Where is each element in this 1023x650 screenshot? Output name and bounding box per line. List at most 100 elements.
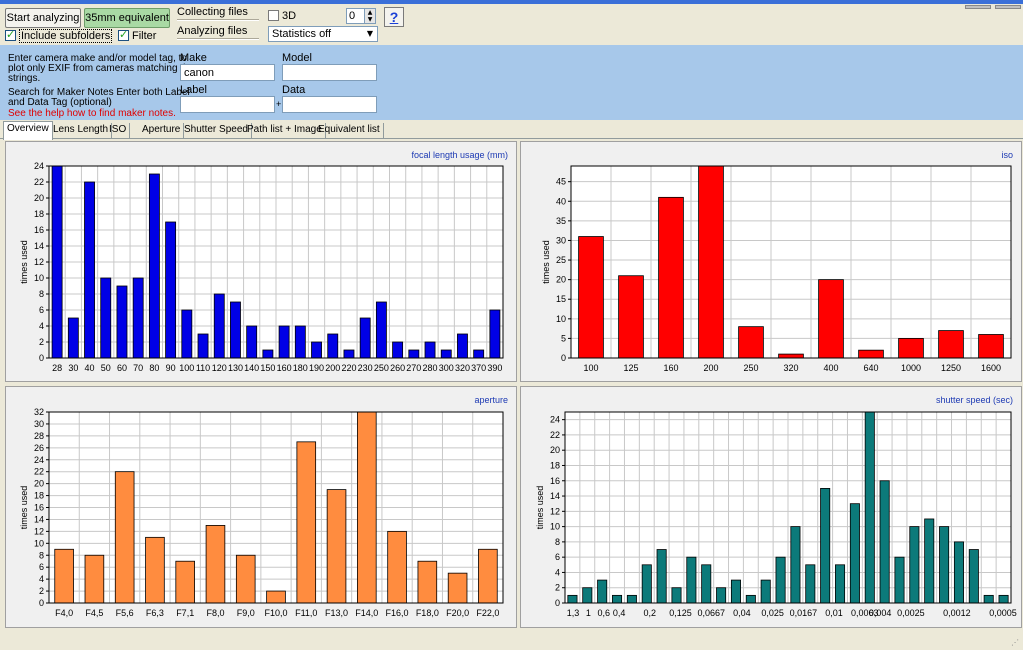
spin-down-icon[interactable]: ▼ xyxy=(368,16,373,23)
y-tick-label: 35 xyxy=(556,216,566,226)
y-tick-label: 24 xyxy=(34,161,44,171)
bar xyxy=(818,279,844,359)
y-tick-label: 22 xyxy=(34,467,44,477)
make-input[interactable]: canon xyxy=(180,64,275,81)
model-label: Model xyxy=(282,52,312,64)
x-tick-label: 280 xyxy=(423,363,438,373)
x-tick-label: 230 xyxy=(358,363,373,373)
filter-box[interactable] xyxy=(118,28,129,41)
x-tick-label: 70 xyxy=(133,363,143,373)
window-controls[interactable] xyxy=(961,0,1023,9)
chevron-down-icon[interactable]: ▼ xyxy=(363,27,377,41)
y-tick-label: 30 xyxy=(34,419,44,429)
y-tick-label: 16 xyxy=(550,476,560,486)
x-tick-label: F5,6 xyxy=(116,608,134,618)
y-tick-label: 20 xyxy=(34,193,44,203)
bar xyxy=(760,579,771,604)
label-input[interactable] xyxy=(180,96,275,113)
bar xyxy=(114,471,135,604)
x-tick-label: 270 xyxy=(406,363,421,373)
y-tick-label: 8 xyxy=(39,289,44,299)
bar xyxy=(165,221,177,359)
three-d-box[interactable] xyxy=(268,10,279,21)
bar xyxy=(100,277,112,359)
filter-panel: Enter camera make and/or model tag, to p… xyxy=(0,45,1023,120)
bar xyxy=(597,579,608,604)
data-label: Data xyxy=(282,84,306,96)
minimize-button[interactable] xyxy=(965,5,991,9)
x-tick-label: 300 xyxy=(439,363,454,373)
include-subfolders-box[interactable] xyxy=(5,28,16,41)
x-tick-label: F11,0 xyxy=(295,608,317,618)
bar xyxy=(294,325,306,359)
tab-overview[interactable]: Overview xyxy=(3,121,53,140)
x-tick-label: 0,0667 xyxy=(697,608,725,618)
three-d-checkbox[interactable]: 3D xyxy=(268,10,296,23)
tab-lens-length[interactable]: Lens Length xyxy=(50,123,113,139)
data-input[interactable] xyxy=(282,96,377,113)
bar xyxy=(235,554,256,604)
make-label: Make xyxy=(180,52,207,64)
maximize-button[interactable] xyxy=(995,5,1021,9)
tab-aperture[interactable]: Aperture xyxy=(139,123,185,139)
x-tick-label: 160 xyxy=(277,363,292,373)
y-tick-label: 0 xyxy=(561,353,566,363)
x-tick-label: 28 xyxy=(52,363,62,373)
count-spinner-buttons[interactable]: ▲ ▼ xyxy=(364,8,376,24)
bar xyxy=(457,333,468,359)
spin-up-icon[interactable]: ▲ xyxy=(368,9,373,16)
x-tick-label: 1000 xyxy=(901,363,921,373)
x-tick-label: 30 xyxy=(68,363,78,373)
bar xyxy=(440,349,452,359)
x-tick-label: 190 xyxy=(309,363,324,373)
bar xyxy=(447,572,468,604)
x-tick-label: 60 xyxy=(117,363,127,373)
chart-title: focal length usage (mm) xyxy=(411,150,508,160)
help-button[interactable]: ? xyxy=(384,7,404,27)
equivalent-35mm-button[interactable]: 35mm equivalent xyxy=(84,8,170,28)
focal-length-chart: focal length usage (mm)times used0246810… xyxy=(19,150,508,373)
y-tick-label: 24 xyxy=(550,415,560,425)
bar xyxy=(849,503,860,604)
x-tick-label: F6,3 xyxy=(146,608,164,618)
bar xyxy=(408,349,420,359)
resize-grip-icon[interactable]: ⋰ xyxy=(1011,638,1021,648)
maker-notes-help-link[interactable]: See the help how to find maker notes. xyxy=(8,108,176,119)
x-tick-label: 0,6 xyxy=(597,608,610,618)
x-tick-label: F18,0 xyxy=(416,608,439,618)
bar xyxy=(311,341,322,359)
bar xyxy=(84,181,95,359)
bar xyxy=(775,556,786,604)
y-tick-label: 0 xyxy=(555,598,560,608)
bar xyxy=(489,309,501,359)
tab-iso[interactable]: ISO xyxy=(106,123,131,139)
include-subfolders-checkbox[interactable]: Include subfolders xyxy=(5,28,113,43)
x-tick-label: 130 xyxy=(228,363,243,373)
x-tick-label: 1 xyxy=(586,608,591,618)
y-tick-label: 2 xyxy=(39,337,44,347)
tab-shutter-speed[interactable]: Shutter Speed xyxy=(181,123,252,139)
x-tick-label: 0,0025 xyxy=(897,608,925,618)
chart-title: shutter speed (sec) xyxy=(936,395,1013,405)
x-tick-label: 640 xyxy=(863,363,878,373)
bar xyxy=(326,489,347,604)
statistics-select[interactable]: Statistics off xyxy=(268,26,378,42)
x-tick-label: 110 xyxy=(196,363,210,373)
y-tick-label: 0 xyxy=(39,598,44,608)
start-analyzing-button[interactable]: Start analyzing xyxy=(5,8,81,28)
y-tick-label: 6 xyxy=(39,305,44,315)
y-tick-label: 20 xyxy=(550,445,560,455)
x-tick-label: 150 xyxy=(260,363,275,373)
x-tick-label: 200 xyxy=(703,363,718,373)
y-tick-label: 18 xyxy=(550,460,560,470)
tab-equivalent-list[interactable]: Equivalent list xyxy=(315,123,384,139)
y-tick-label: 5 xyxy=(561,333,566,343)
tab-path-list-image[interactable]: Path list + Image xyxy=(244,123,326,139)
bar xyxy=(51,165,63,359)
bar xyxy=(716,587,727,604)
bar xyxy=(730,579,741,604)
filter-checkbox[interactable]: Filter xyxy=(118,28,156,43)
model-input[interactable] xyxy=(282,64,377,81)
bar xyxy=(978,334,1004,359)
bar xyxy=(246,325,258,359)
